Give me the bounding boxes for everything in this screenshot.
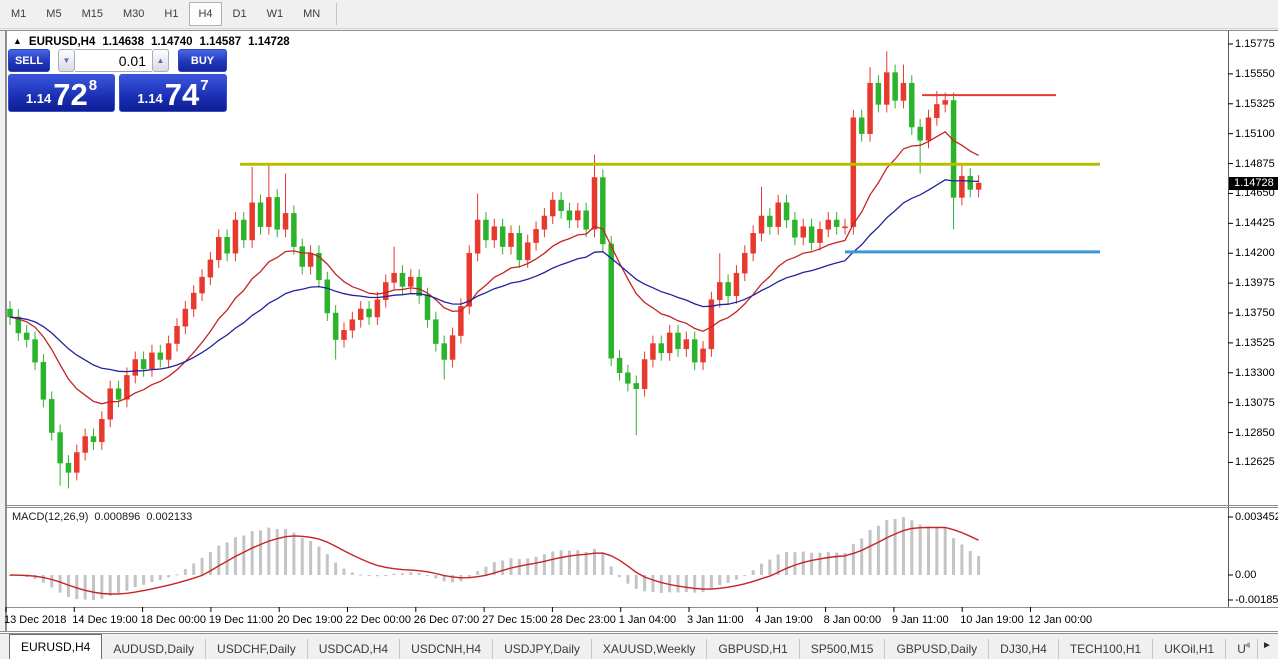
price-axis-label: 1.13750 — [1235, 307, 1275, 319]
tab-dj30-h4[interactable]: DJ30,H4 — [989, 639, 1059, 659]
timeframe-button-h4[interactable]: H4 — [189, 2, 221, 26]
price-axis-label: 1.13525 — [1235, 337, 1275, 349]
tab-usdjpy-daily[interactable]: USDJPY,Daily — [493, 639, 592, 659]
buy-button[interactable]: BUY — [178, 49, 227, 72]
time-axis-label: 20 Dec 19:00 — [277, 614, 342, 626]
tab-usdchf-daily[interactable]: USDCHF,Daily — [206, 639, 308, 659]
time-axis-label: 18 Dec 00:00 — [141, 614, 206, 626]
tab-audusd-daily[interactable]: AUDUSD,Daily — [102, 639, 206, 659]
buy-price-big: 74 — [165, 82, 199, 108]
timeframe-button-m30[interactable]: M30 — [114, 2, 153, 26]
chart-symbol-header: ▲ EURUSD,H4 1.14638 1.14740 1.14587 1.14… — [13, 36, 290, 48]
price-axis-label: 1.13075 — [1235, 397, 1275, 409]
timeframe-button-m5[interactable]: M5 — [37, 2, 70, 26]
time-axis-label: 8 Jan 00:00 — [824, 614, 882, 626]
time-axis-label: 28 Dec 23:00 — [550, 614, 615, 626]
buy-price-head: 1.14 — [137, 91, 162, 106]
tab-scroll-left-icon[interactable]: ◄ — [1240, 637, 1254, 653]
time-axis-label: 13 Dec 2018 — [4, 614, 66, 626]
tab-usdcad-h4[interactable]: USDCAD,H4 — [308, 639, 400, 659]
volume-input[interactable]: 0.01 — [75, 49, 152, 72]
sell-price-head: 1.14 — [26, 91, 51, 106]
tab-tech100-h1[interactable]: TECH100,H1 — [1059, 639, 1153, 659]
chart-title: EURUSD,H4 — [29, 36, 95, 48]
macd-axis-label: -0.001851 — [1235, 594, 1278, 606]
time-axis-label: 4 Jan 19:00 — [755, 614, 813, 626]
sell-button[interactable]: SELL — [8, 49, 50, 72]
chart-left-frame — [0, 30, 6, 632]
timeframe-toolbar: M1M5M15M30H1H4D1W1MN — [0, 0, 1278, 29]
sell-price-box[interactable]: 1.14 72 8 — [8, 74, 115, 112]
toolbar-separator — [336, 3, 337, 25]
price-axis-label: 1.13300 — [1235, 367, 1275, 379]
buy-price-sup: 7 — [200, 77, 208, 94]
time-axis-label: 19 Dec 11:00 — [209, 614, 274, 626]
time-axis-label: 22 Dec 00:00 — [346, 614, 411, 626]
macd-axis-label: 0.00 — [1235, 569, 1256, 581]
macd-name: MACD(12,26,9) — [12, 511, 88, 523]
volume-increase-button[interactable]: ▲ — [152, 49, 169, 72]
tab-gbpusd-h1[interactable]: GBPUSD,H1 — [707, 639, 799, 659]
macd-axis-label: 0.003452 — [1235, 511, 1278, 523]
ohlc-open: 1.14638 — [102, 36, 144, 48]
tab-xauusd-weekly[interactable]: XAUUSD,Weekly — [592, 639, 707, 659]
macd-indicator-label: MACD(12,26,9) 0.000896 0.002133 — [12, 511, 192, 523]
price-axis-label: 1.14425 — [1235, 217, 1275, 229]
time-axis-label: 9 Jan 11:00 — [892, 614, 949, 626]
tab-ukoil-h1[interactable]: UKOil,H1 — [1153, 639, 1226, 659]
time-axis-label: 12 Jan 00:00 — [1029, 614, 1093, 626]
chart-window[interactable] — [0, 30, 1278, 633]
macd-value: 0.000896 — [94, 511, 140, 523]
price-axis-label: 1.15325 — [1235, 98, 1275, 110]
spin-down-icon: ▼ — [63, 56, 71, 65]
time-axis-label: 26 Dec 07:00 — [414, 614, 479, 626]
collapse-chart-icon[interactable]: ▲ — [13, 36, 22, 46]
price-axis-label: 1.14875 — [1235, 158, 1275, 170]
tab-eurusd-h4[interactable]: EURUSD,H4 — [9, 634, 102, 659]
price-axis-label: 1.12625 — [1235, 456, 1275, 468]
tab-sp500-m15[interactable]: SP500,M15 — [800, 639, 886, 659]
one-click-trading-panel: SELL ▼ 0.01 ▲ BUY 1.14 72 8 1.14 74 7 — [8, 49, 227, 112]
ohlc-close: 1.14728 — [248, 36, 290, 48]
price-axis-label: 1.13975 — [1235, 277, 1275, 289]
time-axis-label: 3 Jan 11:00 — [687, 614, 744, 626]
time-axis-label: 27 Dec 15:00 — [482, 614, 547, 626]
timeframe-button-h1[interactable]: H1 — [155, 2, 187, 26]
price-axis-label: 1.15100 — [1235, 128, 1275, 140]
macd-signal-value: 0.002133 — [146, 511, 192, 523]
price-axis-label: 1.15550 — [1235, 68, 1275, 80]
timeframe-button-w1[interactable]: W1 — [258, 2, 293, 26]
sell-price-big: 72 — [53, 82, 87, 108]
ohlc-high: 1.14740 — [151, 36, 193, 48]
tab-gbpusd-daily[interactable]: GBPUSD,Daily — [885, 639, 989, 659]
ohlc-low: 1.14587 — [200, 36, 242, 48]
time-axis-label: 10 Jan 19:00 — [960, 614, 1024, 626]
price-axis-label: 1.12850 — [1235, 427, 1275, 439]
timeframe-button-m15[interactable]: M15 — [73, 2, 112, 26]
time-axis-label: 14 Dec 19:00 — [72, 614, 137, 626]
buy-price-box[interactable]: 1.14 74 7 — [119, 74, 227, 112]
sell-price-sup: 8 — [89, 77, 97, 94]
price-axis-label: 1.14200 — [1235, 247, 1275, 259]
price-axis-label: 1.15775 — [1235, 38, 1275, 50]
spin-up-icon: ▲ — [157, 56, 165, 65]
tab-scroll-right-icon[interactable]: ► — [1260, 637, 1274, 653]
tab-usdcnh-h4[interactable]: USDCNH,H4 — [400, 639, 493, 659]
timeframe-button-mn[interactable]: MN — [294, 2, 329, 26]
current-price-tag: 1.14728 — [1229, 177, 1278, 190]
volume-decrease-button[interactable]: ▼ — [58, 49, 75, 72]
tab-scroll-buttons: ◄ ► — [1240, 637, 1274, 653]
timeframe-button-d1[interactable]: D1 — [224, 2, 256, 26]
time-axis-label: 1 Jan 04:00 — [619, 614, 677, 626]
chart-tabbar: EURUSD,H4AUDUSD,DailyUSDCHF,DailyUSDCAD,… — [0, 633, 1278, 659]
timeframe-button-m1[interactable]: M1 — [2, 2, 35, 26]
